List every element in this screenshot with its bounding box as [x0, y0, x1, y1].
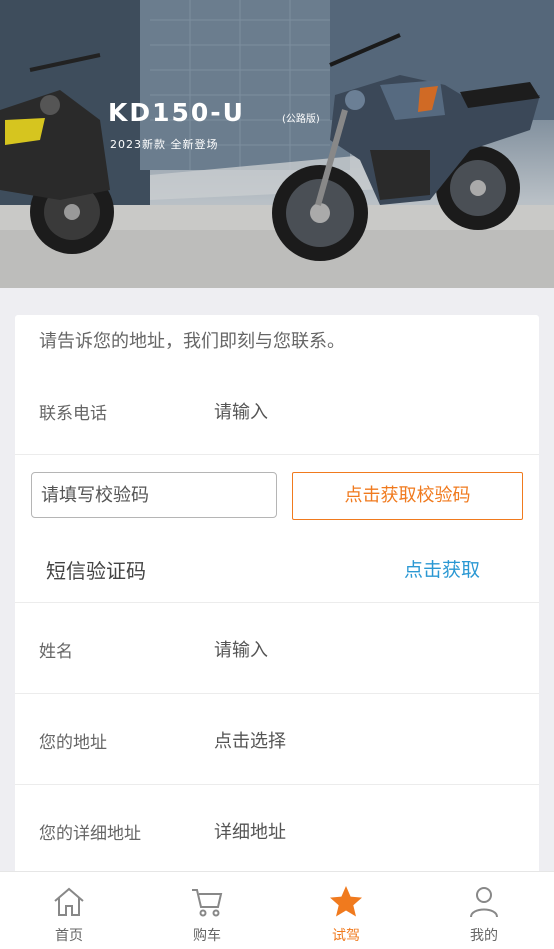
detail-address-label: 您的详细地址	[39, 824, 141, 844]
form-intro: 请告诉您的地址，我们即刻与您联系。	[39, 331, 345, 352]
verify-code-input[interactable]	[31, 472, 277, 518]
tab-home-label: 首页	[55, 928, 83, 944]
tab-profile-label: 我的	[470, 928, 498, 944]
address-label: 您的地址	[39, 733, 107, 753]
address-select[interactable]: 点击选择	[214, 727, 286, 753]
tab-test-drive-label: 试驾	[332, 928, 360, 944]
banner-model-note: (公路版)	[282, 114, 320, 125]
home-icon	[54, 887, 84, 916]
phone-input[interactable]: 请输入	[214, 398, 268, 424]
get-verify-code-button[interactable]: 点击获取校验码	[292, 472, 523, 520]
hero-banner[interactable]: KD150-U (公路版) 2023新款 全新登场	[0, 0, 554, 288]
address-row[interactable]: 您的地址 点击选择	[15, 694, 539, 785]
tab-test-drive[interactable]: 试驾	[277, 872, 415, 949]
cart-icon	[192, 889, 223, 917]
tab-home[interactable]: 首页	[0, 872, 138, 949]
name-label: 姓名	[39, 642, 73, 662]
user-icon	[470, 887, 498, 918]
get-sms-code-link[interactable]: 点击获取	[404, 555, 480, 582]
bottom-tab-bar: 首页 购车 试驾 我的	[0, 871, 554, 949]
phone-row: 联系电话 请输入	[15, 363, 539, 455]
banner-model-title: KD150-U	[108, 98, 245, 127]
name-row: 姓名 请输入	[15, 603, 539, 694]
banner-subtitle: 2023新款 全新登场	[110, 138, 219, 151]
test-drive-form: 请告诉您的地址，我们即刻与您联系。 联系电话 请输入 点击获取校验码 短信验证码…	[15, 315, 539, 875]
tab-profile[interactable]: 我的	[415, 872, 553, 949]
name-input[interactable]: 请输入	[214, 636, 268, 662]
detail-address-row: 您的详细地址 详细地址	[15, 785, 539, 875]
phone-label: 联系电话	[39, 404, 107, 424]
tab-buy-label: 购车	[193, 928, 221, 944]
motorcycle-illustration	[0, 0, 554, 288]
star-icon	[330, 886, 362, 917]
tab-buy[interactable]: 购车	[138, 872, 276, 949]
sms-code-label: 短信验证码	[46, 559, 146, 583]
detail-address-input[interactable]: 详细地址	[214, 818, 286, 844]
